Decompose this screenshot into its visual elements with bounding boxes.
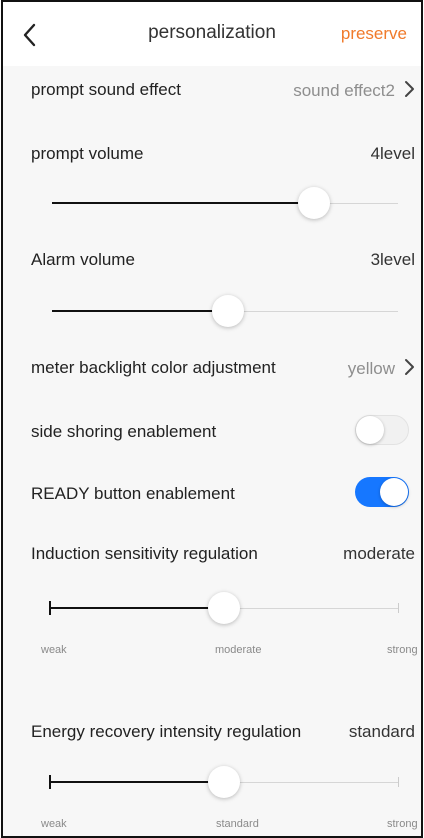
toggle-knob (356, 416, 384, 444)
side-shoring-toggle[interactable] (355, 415, 409, 445)
screen: personalization preserve prompt sound ef… (1, 0, 423, 838)
energy-recovery-value: standard (348, 722, 415, 741)
save-button[interactable]: preserve (341, 24, 407, 44)
slider-handle[interactable] (208, 766, 240, 798)
slider-end-cap (398, 777, 399, 787)
slider-track-filled (50, 781, 225, 783)
slider-track-empty (228, 311, 398, 312)
induction-sensitivity-value: moderate (343, 544, 415, 563)
top-bar: personalization preserve (3, 2, 421, 66)
slider-handle[interactable] (212, 295, 244, 327)
backlight-color-value-group[interactable]: yellow (348, 358, 415, 381)
chevron-right-icon (403, 358, 415, 381)
tick-label-standard: standard (216, 818, 259, 830)
slider-track-filled (50, 607, 225, 609)
slider-handle[interactable] (298, 187, 330, 219)
slider-track-filled (52, 202, 314, 204)
slider-end-cap (398, 603, 399, 613)
ready-button-toggle[interactable] (355, 477, 409, 507)
prompt-sound-effect-label: prompt sound effect (31, 80, 181, 99)
ready-button-label: READY button enablement (31, 484, 235, 503)
toggle-knob (380, 478, 408, 506)
backlight-color-value: yellow (347, 358, 395, 378)
prompt-volume-value: 4level (370, 144, 415, 163)
induction-sensitivity-label: Induction sensitivity regulation (31, 544, 258, 563)
prompt-volume-label: prompt volume (31, 144, 144, 163)
chevron-right-icon (403, 80, 415, 103)
alarm-volume-value: 3level (370, 250, 415, 269)
prompt-sound-effect-value-group[interactable]: sound effect2 (293, 80, 415, 103)
energy-recovery-label: Energy recovery intensity regulation (31, 722, 302, 741)
tick-label-weak: weak (41, 818, 67, 830)
alarm-volume-label: Alarm volume (31, 250, 135, 269)
tick-label-weak: weak (41, 644, 67, 656)
tick-label-moderate: moderate (215, 644, 262, 656)
slider-track-empty (225, 608, 399, 609)
prompt-sound-effect-value: sound effect2 (293, 80, 395, 100)
tick-label-strong: strong (387, 644, 418, 656)
slider-track-filled (52, 310, 228, 312)
slider-track-empty (225, 782, 399, 783)
slider-handle[interactable] (208, 592, 240, 624)
tick-label-strong: strong (387, 818, 418, 830)
side-shoring-label: side shoring enablement (31, 422, 217, 441)
settings-list: prompt sound effect sound effect2 prompt… (3, 66, 421, 836)
backlight-color-label: meter backlight color adjustment (31, 358, 276, 377)
